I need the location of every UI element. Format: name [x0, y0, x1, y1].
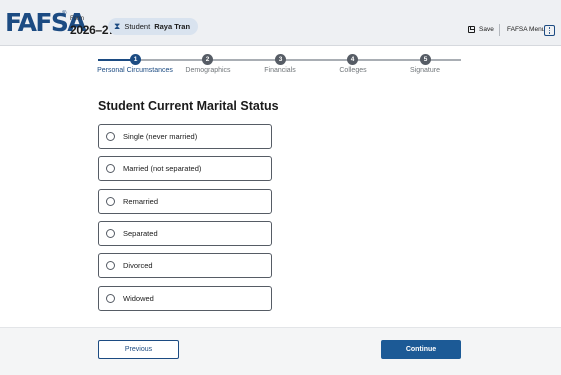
- step-3-indicator: 3: [275, 54, 286, 65]
- option-label: Separated: [123, 229, 158, 238]
- fafsa-menu-label[interactable]: FAFSA Menu: [507, 26, 545, 33]
- option-label: Widowed: [123, 294, 154, 303]
- continue-button[interactable]: Continue: [381, 340, 461, 359]
- save-icon: [468, 26, 475, 33]
- radio-button[interactable]: [106, 261, 115, 270]
- option-remarried[interactable]: Remarried: [98, 189, 272, 214]
- option-label: Single (never married): [123, 132, 198, 141]
- previous-button[interactable]: Previous: [98, 340, 179, 359]
- app-header: FAFSA ® Form 2026–27 ⧗ Student Raya Tran…: [0, 0, 561, 46]
- save-label: Save: [479, 26, 494, 33]
- kebab-menu-icon[interactable]: [544, 25, 555, 36]
- step-5-indicator: 5: [420, 54, 431, 65]
- registered-mark: ®: [62, 11, 67, 17]
- option-label: Divorced: [123, 261, 153, 270]
- step-4-indicator: 4: [347, 54, 358, 65]
- page-footer: [0, 327, 561, 375]
- radio-button[interactable]: [106, 229, 115, 238]
- student-prefix: Student: [124, 22, 151, 31]
- option-separated[interactable]: Separated: [98, 221, 272, 246]
- option-divorced[interactable]: Divorced: [98, 253, 272, 278]
- step-5-label: Signature: [410, 67, 440, 74]
- header-divider: [499, 24, 500, 36]
- form-label: Form: [70, 16, 84, 22]
- option-widowed[interactable]: Widowed: [98, 286, 272, 311]
- stepper-remaining-track: [136, 59, 461, 61]
- student-name: Raya Tran: [154, 22, 191, 31]
- radio-button[interactable]: [106, 132, 115, 141]
- option-label: Married (not separated): [123, 164, 202, 173]
- radio-button[interactable]: [106, 197, 115, 206]
- radio-button[interactable]: [106, 294, 115, 303]
- student-chip: ⧗ Student Raya Tran: [108, 18, 199, 35]
- step-2-indicator: 2: [202, 54, 213, 65]
- option-label: Remarried: [123, 197, 159, 206]
- option-single[interactable]: Single (never married): [98, 124, 272, 149]
- radio-button[interactable]: [106, 164, 115, 173]
- page-title: Student Current Marital Status: [98, 99, 279, 113]
- hourglass-icon: ⧗: [114, 21, 121, 31]
- option-married[interactable]: Married (not separated): [98, 156, 272, 181]
- save-button[interactable]: Save: [468, 26, 494, 33]
- step-1-indicator: 1: [130, 54, 141, 65]
